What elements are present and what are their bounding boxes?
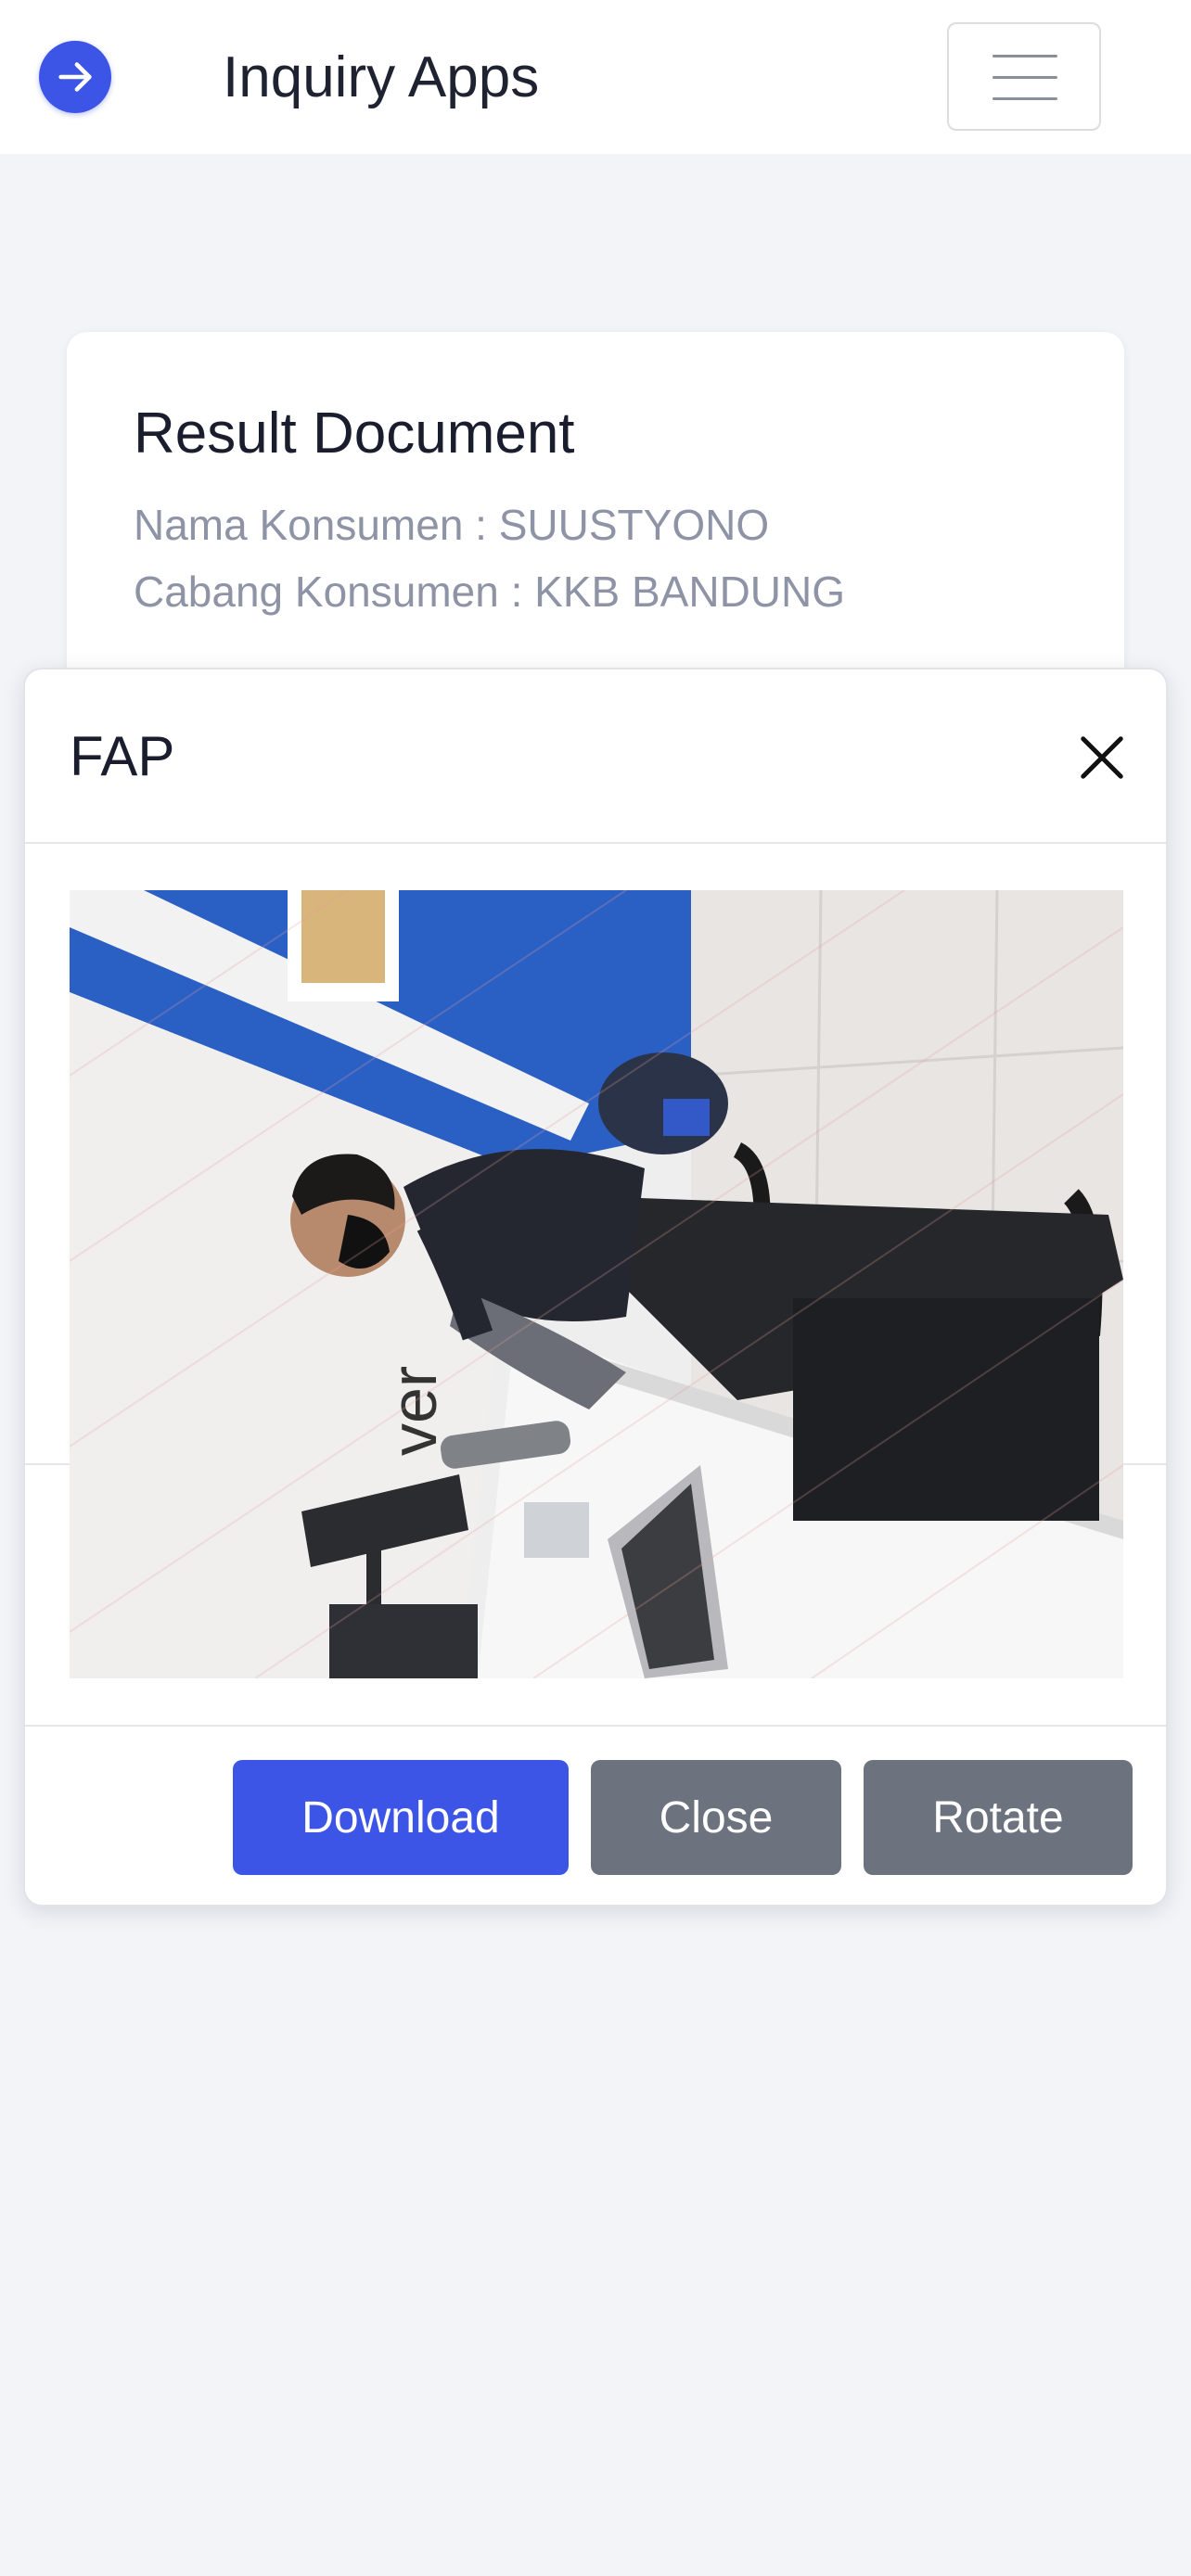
customer-branch: Cabang Konsumen : KKB BANDUNG [134, 567, 846, 616]
download-button[interactable]: Download [233, 1760, 569, 1875]
rotate-button[interactable]: Rotate [864, 1760, 1133, 1875]
arrow-right-icon[interactable] [39, 41, 111, 113]
modal-header: FAP [25, 670, 1166, 844]
close-x-icon[interactable] [1073, 729, 1131, 786]
result-document-card: Result Document Nama Konsumen : SUUSTYON… [67, 332, 1124, 721]
close-button[interactable]: Close [591, 1760, 841, 1875]
menu-toggle-button[interactable] [947, 22, 1101, 131]
document-photo: ver [70, 890, 1123, 1678]
app-title: Inquiry Apps [223, 45, 540, 109]
result-title: Result Document [134, 402, 575, 465]
customer-name: Nama Konsumen : SUUSTYONO [134, 501, 770, 549]
hamburger-menu-icon [992, 55, 1057, 57]
photo-wall-text: ver [378, 1366, 450, 1456]
document-modal: FAP ver Download Close Rotate [23, 668, 1168, 1906]
modal-title: FAP [70, 725, 175, 787]
modal-footer: Download Close Rotate [25, 1725, 1166, 1905]
top-navbar: Inquiry Apps [0, 0, 1191, 154]
modal-body: ver [25, 844, 1166, 1678]
